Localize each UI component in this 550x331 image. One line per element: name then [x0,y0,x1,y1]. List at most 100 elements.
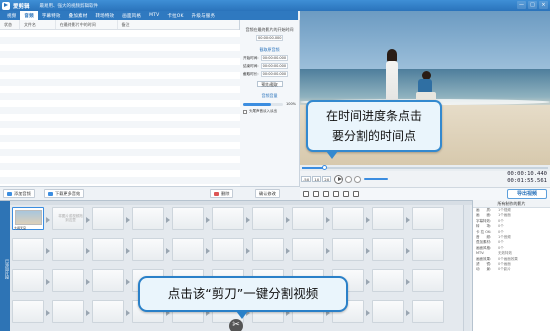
export-video-button[interactable]: 导出视频 [507,189,547,199]
empty-clip-slot[interactable] [412,207,444,230]
transition-arrow-icon [46,310,50,316]
empty-clip-slot[interactable] [372,300,404,323]
info-row: 动 景: 0个影片 [473,267,550,272]
speed-1x[interactable]: 1X [312,176,322,182]
progress-knob[interactable] [322,165,328,170]
add-audio-button[interactable]: 添加音频 [3,189,35,198]
table-header: 状态 文件名 在最终影片中的时间 备注 [0,20,239,30]
start-time-field[interactable]: 00:00:00.000 [256,35,283,41]
next-frame-button[interactable] [354,175,362,183]
transition-arrow-icon [326,248,330,254]
volume-bar[interactable] [364,178,389,180]
col-time[interactable]: 在最终影片中的时间 [56,20,118,29]
folder-icon[interactable] [323,191,329,197]
tab-karaoke[interactable]: 卡拉OK [163,11,187,20]
empty-clip-slot[interactable] [172,238,204,261]
col-note[interactable]: 备注 [118,20,239,29]
timecode: 00:00:10.440 00:01:55.561 [507,171,547,185]
empty-clip-slot[interactable] [92,300,124,323]
tab-video[interactable]: 视频 [3,11,20,20]
download-effects-button[interactable]: 下载更多音效 [44,189,85,198]
tab-overlay[interactable]: 叠加素材 [65,11,92,20]
empty-clip-slot[interactable] [332,238,364,261]
transition-arrow-icon [326,217,330,223]
transition-arrow-icon [46,279,50,285]
empty-clip-slot[interactable] [92,207,124,230]
save-icon[interactable] [303,191,309,197]
audio-bottom-bar: 添加音频 下载更多音效 删除 确认修改 [0,186,300,200]
empty-clip-slot[interactable] [212,207,244,230]
empty-clip-slot[interactable] [52,269,84,292]
empty-clip-slot[interactable] [52,300,84,323]
delete-button[interactable]: 删除 [210,189,234,198]
trim-end-field[interactable]: 00:00:00.000 [260,63,288,69]
col-status[interactable]: 状态 [0,20,20,29]
audio-list-rows[interactable] [0,30,240,186]
empty-clip-slot[interactable]: 将图片或视频拖到这里 [52,207,84,230]
tab-mtv[interactable]: MTV [145,11,163,20]
empty-clip-slot[interactable] [132,207,164,230]
minimize-button[interactable]: — [517,1,526,9]
trim-duration-field[interactable]: 00:00:00.000 [260,71,288,77]
speed-2x[interactable]: 2X [322,176,332,182]
confirm-button[interactable]: 确认修改 [255,189,280,198]
callout-click-timeline: 在时间进度条点击 要分割的时间点 [306,100,442,159]
empty-clip-slot[interactable] [12,300,44,323]
empty-clip-slot[interactable] [292,207,324,230]
empty-clip-slot[interactable] [172,207,204,230]
tab-upgrade[interactable]: 升级与服务 [188,11,220,20]
empty-clip-slot[interactable] [332,207,364,230]
fade-checkbox[interactable]: 头尾声音淡入淡出 [243,109,299,114]
clip-thumbnail[interactable]: 大闹天宫 [12,207,44,230]
scissors-split-button[interactable]: ✂ [229,319,243,331]
empty-clip-slot[interactable] [132,238,164,261]
empty-clip-slot[interactable] [52,238,84,261]
empty-clip-slot[interactable] [252,207,284,230]
open-folder-icon[interactable] [313,191,319,197]
settings-icon[interactable] [343,191,349,197]
preview-trim-button[interactable]: 预览/截取 [256,81,283,87]
transition-arrow-icon [126,248,130,254]
app-subtitle: 最易用、强大的视频剪辑软件 [39,3,99,9]
camera-icon[interactable] [333,191,339,197]
clip-label: 大闹天宫 [14,226,27,230]
stop-button[interactable] [345,175,353,183]
delete-label: 删除 [221,190,230,196]
play-button[interactable] [334,174,344,184]
empty-clip-slot[interactable] [92,269,124,292]
timeline-scrollbar[interactable] [463,205,470,331]
empty-clip-slot[interactable] [252,238,284,261]
volume-slider[interactable] [243,102,283,106]
tab-transitions[interactable]: 转场特效 [91,11,118,20]
empty-clip-slot[interactable] [12,269,44,292]
empty-clip-slot[interactable] [372,269,404,292]
transition-arrow-icon [206,248,210,254]
trim-start-field[interactable]: 00:00:00.000 [260,55,288,61]
music-icon [7,191,12,196]
download-label: 下载更多音效 [55,190,81,196]
empty-clip-slot[interactable] [372,207,404,230]
empty-clip-slot[interactable] [412,300,444,323]
transition-arrow-icon [246,248,250,254]
share-icon[interactable] [353,191,359,197]
tab-subtitle-effects[interactable]: 字幕特效 [38,11,65,20]
current-time: 00:00:10.440 [507,171,547,177]
empty-clip-slot[interactable] [292,238,324,261]
empty-clip-slot[interactable] [212,238,244,261]
tab-styles[interactable]: 画面风格 [118,11,145,20]
audio-list-panel: 状态 文件名 在最终影片中的时间 备注 [0,20,240,186]
empty-clip-slot[interactable] [92,238,124,261]
start-label: 开始时间: [243,55,259,60]
maximize-button[interactable]: □ [528,1,537,9]
empty-clip-slot[interactable] [412,238,444,261]
close-button[interactable]: × [539,1,548,9]
col-filename[interactable]: 文件名 [20,20,56,29]
tab-audio[interactable]: 音频 [20,11,38,20]
empty-clip-slot[interactable] [412,269,444,292]
total-time: 00:01:55.561 [507,178,547,184]
empty-clip-slot[interactable] [372,238,404,261]
empty-clip-slot[interactable] [12,238,44,261]
transition-arrow-icon [126,310,130,316]
speed-half[interactable]: .5X [301,176,312,182]
transition-arrow-icon [86,279,90,285]
